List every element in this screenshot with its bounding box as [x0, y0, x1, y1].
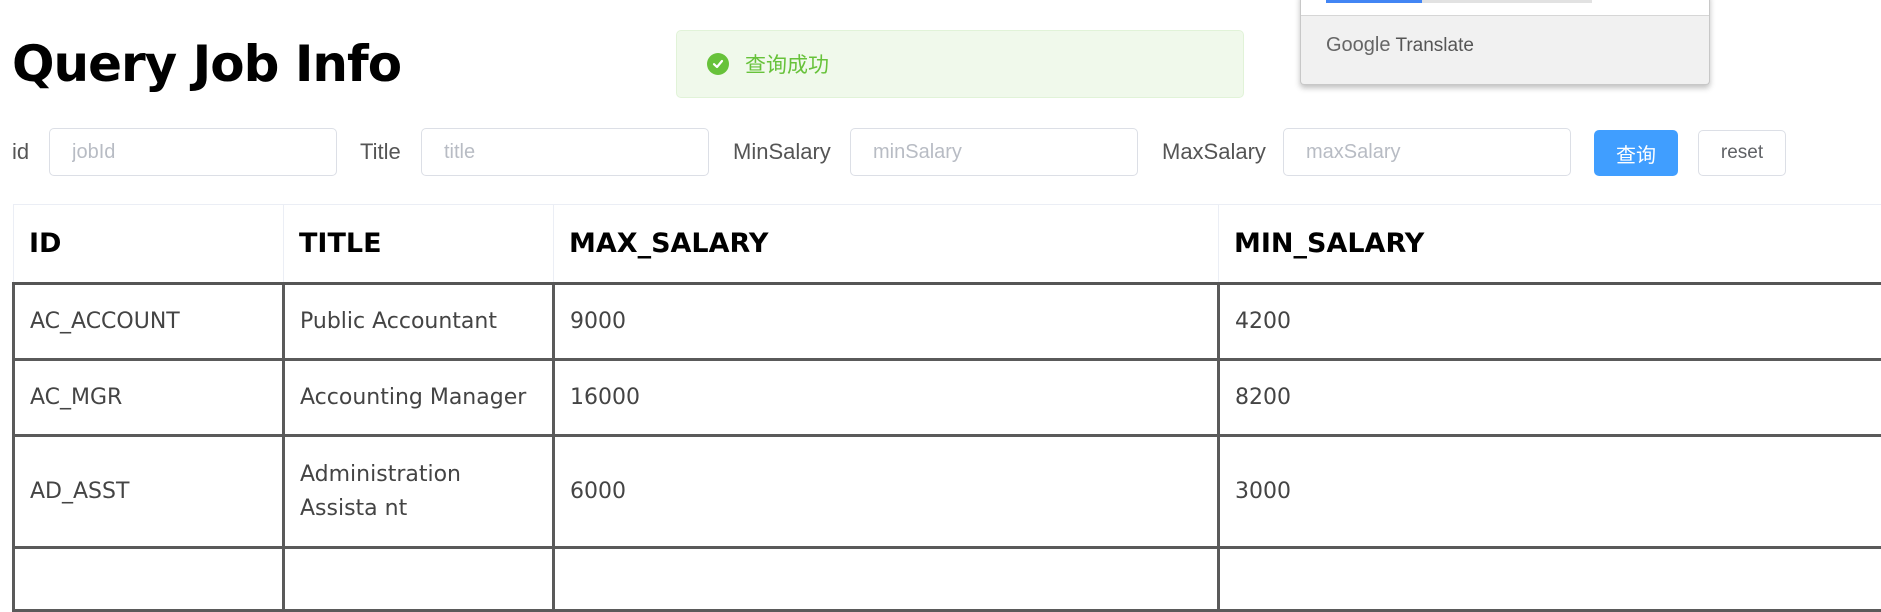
- max-salary-label: MaxSalary: [1162, 139, 1266, 165]
- column-header-title[interactable]: TITLE: [284, 205, 554, 284]
- translate-tab-inactive[interactable]: [1422, 0, 1592, 3]
- cell-min-salary: [1219, 548, 1881, 611]
- cell-max-salary: 6000: [554, 436, 1219, 548]
- page-title: Query Job Info: [12, 28, 401, 100]
- query-button[interactable]: 查询: [1594, 130, 1678, 176]
- max-salary-input[interactable]: [1283, 128, 1571, 176]
- translate-label: Translate: [1395, 35, 1474, 56]
- table-row[interactable]: AC_MGR Accounting Manager 16000 8200: [14, 360, 1881, 436]
- min-salary-input[interactable]: [850, 128, 1138, 176]
- cell-min-salary: 8200: [1219, 360, 1881, 436]
- cell-title: Administration Assista nt: [284, 436, 554, 548]
- min-salary-label: MinSalary: [733, 139, 831, 165]
- toast-message: 查询成功: [745, 49, 829, 79]
- cell-min-salary: 3000: [1219, 436, 1881, 548]
- cell-id: [14, 548, 284, 611]
- google-wordmark: Google: [1326, 34, 1391, 56]
- cell-max-salary: 9000: [554, 284, 1219, 360]
- table-row[interactable]: AC_ACCOUNT Public Accountant 9000 4200: [14, 284, 1881, 360]
- cell-max-salary: [554, 548, 1219, 611]
- table-header-row: ID TITLE MAX_SALARY MIN_SALARY: [14, 205, 1881, 284]
- cell-id: AC_ACCOUNT: [14, 284, 284, 360]
- cell-title: Public Accountant: [284, 284, 554, 360]
- reset-button[interactable]: reset: [1698, 130, 1786, 176]
- cell-min-salary: 4200: [1219, 284, 1881, 360]
- job-id-input[interactable]: [49, 128, 337, 176]
- cell-id: AD_ASST: [14, 436, 284, 548]
- translate-tab-active[interactable]: [1326, 0, 1422, 3]
- cell-title: [284, 548, 554, 611]
- column-header-min-salary[interactable]: MIN_SALARY: [1219, 205, 1881, 284]
- column-header-max-salary[interactable]: MAX_SALARY: [554, 205, 1219, 284]
- check-circle-icon: [707, 53, 729, 75]
- google-translate-logo: Google Translate: [1326, 34, 1474, 57]
- cell-id: AC_MGR: [14, 360, 284, 436]
- translate-tab-bar: [1301, 0, 1709, 16]
- table-row[interactable]: [14, 548, 1881, 611]
- id-label: id: [12, 139, 29, 165]
- success-toast: 查询成功: [676, 30, 1244, 98]
- table-row[interactable]: AD_ASST Administration Assista nt 6000 3…: [14, 436, 1881, 548]
- cell-max-salary: 16000: [554, 360, 1219, 436]
- title-label: Title: [360, 139, 401, 165]
- title-input[interactable]: [421, 128, 709, 176]
- google-translate-popup: Google Translate: [1300, 0, 1710, 85]
- cell-title: Accounting Manager: [284, 360, 554, 436]
- column-header-id[interactable]: ID: [14, 205, 284, 284]
